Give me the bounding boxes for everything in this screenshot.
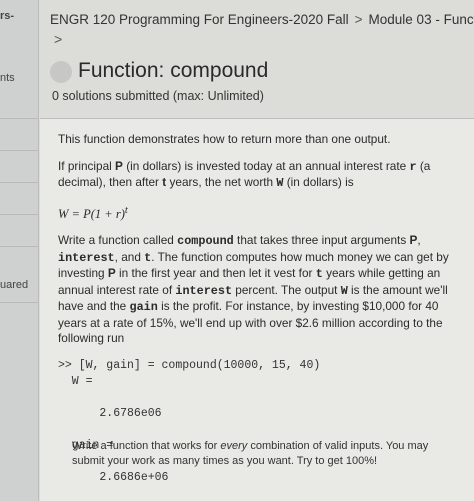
submission-count: 0 solutions submitted (max: Unlimited): [52, 89, 264, 103]
sidebar-divider: [0, 246, 38, 247]
sidebar-divider: [0, 302, 38, 303]
task-paragraph: Write a function called compound that ta…: [58, 233, 449, 346]
sidebar-divider: [0, 182, 38, 183]
sidebar-divider: [0, 150, 38, 151]
sidebar-item-label[interactable]: uared: [0, 279, 28, 291]
breadcrumb-module-link[interactable]: Module 03 - Functions: [369, 12, 474, 27]
breadcrumb-course-link[interactable]: ENGR 120 Programming For Engineers-2020 …: [50, 12, 349, 27]
sidebar-item-label[interactable]: nts: [0, 72, 15, 84]
definition-paragraph: If principal P (in dollars) is invested …: [58, 158, 431, 191]
page-title: Function: compound: [78, 59, 269, 82]
sidebar-divider: [0, 214, 38, 215]
instructions-footer: Write a function that works for every co…: [72, 440, 429, 467]
sidebar-divider: [0, 118, 38, 119]
chevron-right-icon: >: [354, 12, 363, 27]
breadcrumb: ENGR 120 Programming For Engineers-2020 …: [50, 9, 474, 31]
chevron-right-icon: >: [54, 31, 63, 47]
status-icon: [50, 61, 72, 83]
sidebar-item-label[interactable]: rs-: [0, 10, 14, 22]
intro-text: This function demonstrates how to return…: [58, 132, 391, 146]
formula: W = P(1 + r)t: [58, 204, 128, 221]
course-sidebar: rs- nts uared: [0, 0, 39, 501]
